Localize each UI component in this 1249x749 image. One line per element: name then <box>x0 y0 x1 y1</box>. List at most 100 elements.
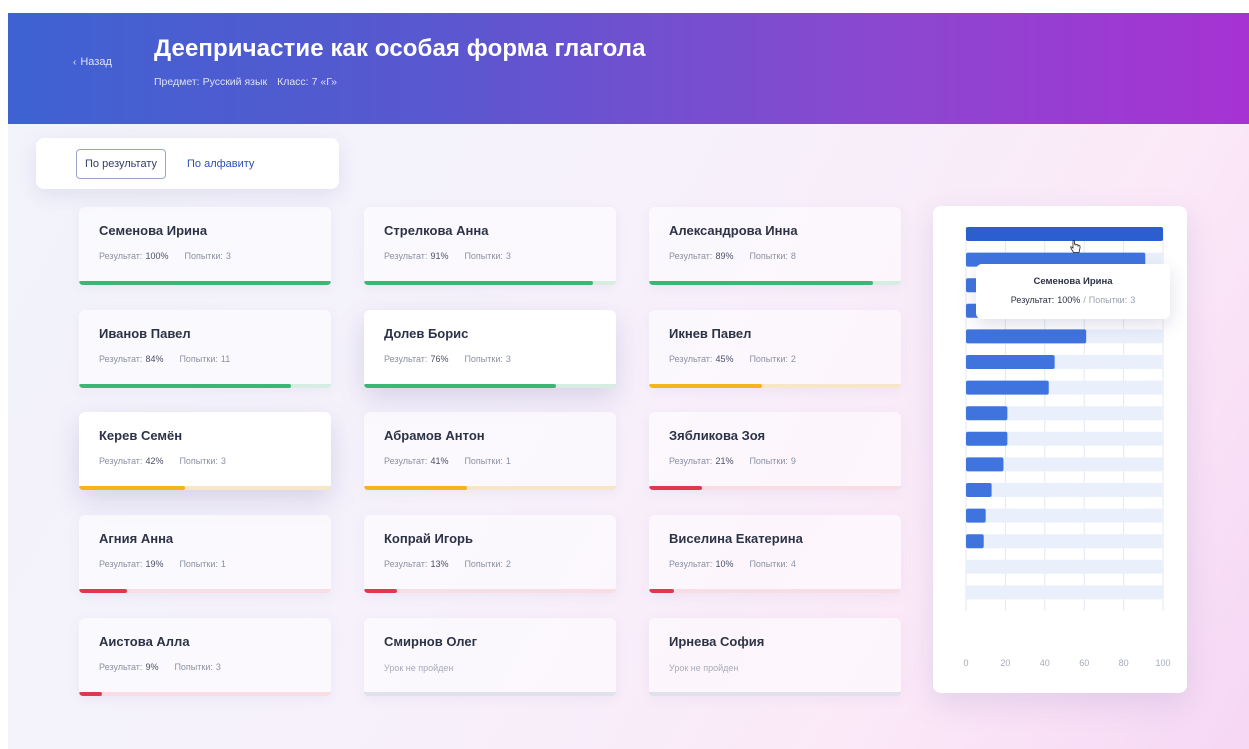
result-value: 76% <box>430 354 449 364</box>
tooltip-attempts-value: 3 <box>1130 295 1136 305</box>
student-stats: Результат: 9% Попытки: 3 <box>99 662 221 672</box>
student-name: Ирнева София <box>669 634 765 649</box>
chart-bar[interactable] <box>966 355 1055 369</box>
chart-tooltip: Семенова Ирина Результат: 100% / Попытки… <box>976 264 1170 319</box>
result-label: Результат: <box>99 354 143 364</box>
result-progress-bar <box>364 589 616 593</box>
result-label: Результат: <box>384 456 428 466</box>
result-stat: Результат: 21% <box>669 456 733 466</box>
student-name: Иванов Павел <box>99 326 191 341</box>
result-progress-fill <box>649 589 675 593</box>
class-value: 7 «Г» <box>311 76 338 88</box>
student-card[interactable]: Керев Семён Результат: 42% Попытки: 3 <box>79 412 331 490</box>
page-header: ‹ Назад Деепричастие как особая форма гл… <box>8 13 1249 124</box>
attempts-value: 2 <box>790 354 796 364</box>
attempts-label: Попытки: <box>464 354 503 364</box>
student-card[interactable]: Семенова Ирина Результат: 100% Попытки: 3 <box>79 207 331 285</box>
result-label: Результат: <box>384 354 428 364</box>
chart-bar[interactable] <box>966 431 1008 446</box>
sort-by-alphabet-button[interactable]: По алфавиту <box>178 149 263 179</box>
student-card[interactable]: Долев Борис Результат: 76% Попытки: 3 <box>364 310 616 388</box>
student-card[interactable]: Стрелкова Анна Результат: 91% Попытки: 3 <box>364 207 616 285</box>
student-card[interactable]: Абрамов Антон Результат: 41% Попытки: 1 <box>364 412 616 490</box>
sort-by-result-button[interactable]: По результату <box>76 148 166 179</box>
attempts-value: 2 <box>505 559 511 569</box>
hand-cursor-icon <box>1070 240 1081 253</box>
result-progress-fill <box>79 486 185 490</box>
chart-bar[interactable] <box>966 508 986 523</box>
tooltip-stats: Результат: 100% / Попытки: 3 <box>976 295 1170 305</box>
chart-bar-track <box>966 559 1163 574</box>
result-progress-fill <box>79 589 127 593</box>
result-progress-fill <box>364 486 468 490</box>
student-name: Копрай Игорь <box>384 531 473 546</box>
result-value: 19% <box>145 559 164 569</box>
attempts-stat: Попытки: 3 <box>464 251 510 261</box>
back-link[interactable]: ‹ Назад <box>73 56 112 68</box>
attempts-value: 3 <box>505 354 511 364</box>
attempts-stat: Попытки: 2 <box>464 559 510 569</box>
result-progress-bar <box>79 692 331 696</box>
result-stat: Результат: 42% <box>99 456 163 466</box>
result-progress-fill <box>364 384 556 388</box>
result-value: 84% <box>145 354 164 364</box>
result-progress-bar <box>79 486 331 490</box>
attempts-label: Попытки: <box>179 559 218 569</box>
result-progress-bar <box>364 281 616 285</box>
student-card[interactable]: Александрова Инна Результат: 89% Попытки: 8 <box>649 207 901 285</box>
student-card[interactable]: Зябликова Зоя Результат: 21% Попытки: 9 <box>649 412 901 490</box>
student-card[interactable]: Аистова Алла Результат: 9% Попытки: 3 <box>79 618 331 696</box>
attempts-label: Попытки: <box>749 354 788 364</box>
attempts-value: 1 <box>505 456 511 466</box>
student-stats: Результат: 41% Попытки: 1 <box>384 456 511 466</box>
chart-bar[interactable] <box>966 406 1008 421</box>
student-card[interactable]: Смирнов Олег Урок не пройден <box>364 618 616 696</box>
chart-bar[interactable] <box>966 457 1004 472</box>
result-stat: Результат: 76% <box>384 354 448 364</box>
student-card[interactable]: Копрай Игорь Результат: 13% Попытки: 2 <box>364 515 616 593</box>
chart-bar[interactable] <box>966 534 984 549</box>
chart-bar[interactable] <box>966 329 1087 344</box>
result-value: 9% <box>145 662 159 672</box>
chart-bar[interactable] <box>966 483 992 497</box>
attempts-label: Попытки: <box>464 251 503 261</box>
chart-x-tick-label: 0 <box>963 658 968 668</box>
attempts-stat: Попытки: 3 <box>184 251 230 261</box>
student-name: Долев Борис <box>384 326 469 341</box>
student-stats: Результат: 13% Попытки: 2 <box>384 559 511 569</box>
student-card[interactable]: Агния Анна Результат: 19% Попытки: 1 <box>79 515 331 593</box>
result-value: 42% <box>145 456 164 466</box>
result-progress-bar <box>364 384 616 388</box>
student-card[interactable]: Иванов Павел Результат: 84% Попытки: 11 <box>79 310 331 388</box>
student-stats: Результат: 21% Попытки: 9 <box>669 456 796 466</box>
class-label: Класс: <box>277 76 309 88</box>
student-name: Зябликова Зоя <box>669 428 766 443</box>
tooltip-student-name: Семенова Ирина <box>1033 276 1113 287</box>
result-progress-fill <box>364 589 397 593</box>
result-value: 100% <box>145 251 169 261</box>
chart-bar-track <box>966 483 1163 497</box>
attempts-value: 3 <box>225 251 231 261</box>
student-stats: Результат: 89% Попытки: 8 <box>669 251 796 261</box>
chart-bar[interactable] <box>966 380 1049 395</box>
chart-bar[interactable] <box>966 227 1163 241</box>
attempts-label: Попытки: <box>749 559 788 569</box>
student-name: Смирнов Олег <box>384 634 478 649</box>
student-name: Икнев Павел <box>669 326 752 341</box>
result-stat: Результат: 9% <box>99 662 158 672</box>
result-progress-bar <box>649 486 901 490</box>
result-value: 45% <box>715 354 734 364</box>
student-card[interactable]: Икнев Павел Результат: 45% Попытки: 2 <box>649 310 901 388</box>
result-progress-fill <box>649 281 874 285</box>
student-card[interactable]: Ирнева София Урок не пройден <box>649 618 901 696</box>
result-value: 10% <box>715 559 734 569</box>
attempts-stat: Попытки: 3 <box>464 354 510 364</box>
attempts-value: 9 <box>790 456 796 466</box>
student-card[interactable]: Виселина Екатерина Результат: 10% Попытки: 4 <box>649 515 901 593</box>
result-label: Результат: <box>669 559 713 569</box>
attempts-value: 4 <box>790 559 796 569</box>
tooltip-result-label: Результат: <box>1010 295 1055 305</box>
page-title: Деепричастие как особая форма глагола <box>154 35 646 62</box>
attempts-label: Попытки: <box>749 456 788 466</box>
result-progress-bar <box>364 486 616 490</box>
